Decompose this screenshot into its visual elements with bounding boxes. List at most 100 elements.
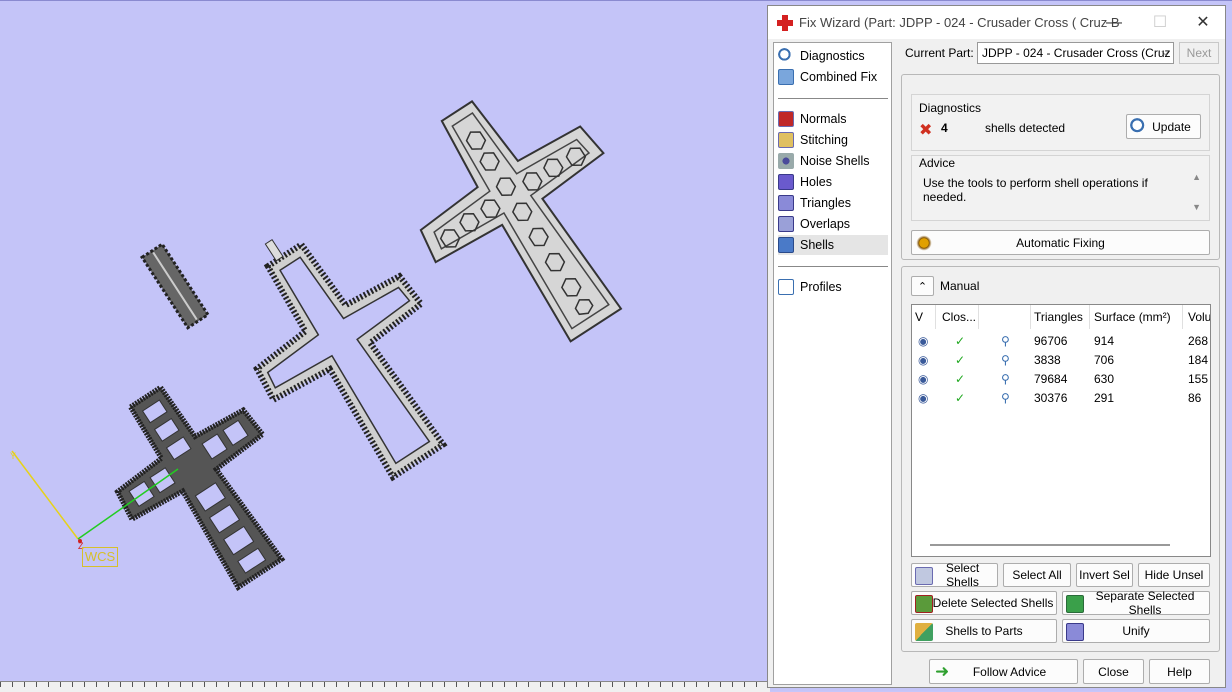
advice-text: Use the tools to perform shell operation… [914, 172, 1194, 218]
advice-heading: Advice [919, 156, 956, 170]
advice-box: Advice Use the tools to perform shell op… [911, 155, 1210, 221]
close-window-button[interactable]: ✕ [1180, 6, 1226, 39]
model-canvas[interactable]: Z Y [0, 1, 770, 692]
nav-item-diagnostics[interactable]: Diagnostics [778, 46, 888, 66]
horizontal-scrollbar[interactable] [930, 544, 1170, 546]
cross-ladder[interactable] [80, 355, 325, 616]
nav-label: Triangles [800, 196, 851, 210]
cell-surface: 630 [1094, 372, 1115, 386]
check-icon: ✓ [955, 334, 966, 348]
cell-triangles: 30376 [1034, 391, 1068, 405]
title-bar[interactable]: Fix Wizard (Part: JDPP - 024 - Crusader … [768, 6, 1225, 39]
nav-label: Normals [800, 112, 847, 126]
delete-selected-label: Delete Selected Shells [932, 596, 1054, 610]
nav-item-triangles[interactable]: Triangles [778, 193, 888, 213]
cross-hexagon[interactable] [373, 57, 680, 380]
current-part-select[interactable]: JDPP - 024 - Crusader Cross (Cruz B ⌵ [977, 42, 1174, 64]
nav-label: Shells [800, 238, 835, 252]
nav-divider [778, 266, 888, 267]
gears-icon [915, 234, 933, 252]
unify-button[interactable]: Unify [1062, 619, 1210, 643]
scroll-down-icon[interactable]: ▼ [1192, 202, 1201, 212]
nav-item-overlaps[interactable]: Overlaps [778, 214, 888, 234]
minimize-button[interactable]: — [1091, 6, 1137, 39]
eye-icon[interactable]: ◉ [915, 389, 928, 408]
check-icon: ✓ [955, 372, 966, 386]
collapse-manual-button[interactable]: ⌃ [911, 276, 934, 296]
profile-icon [778, 279, 794, 295]
table-row[interactable]: ◉ ✓ ⚲ 30376 291 86 [912, 389, 1210, 408]
nav-item-profiles[interactable]: Profiles [778, 277, 888, 297]
eye-icon[interactable]: ◉ [915, 332, 928, 351]
nav-item-combined-fix[interactable]: Combined Fix [778, 67, 888, 87]
table-row[interactable]: ◉ ✓ ⚲ 79684 630 155 [912, 370, 1210, 389]
maximize-button[interactable]: ☐ [1137, 6, 1183, 39]
diagnostics-group: Diagnostics ✖ 4 shells detected Update A… [901, 74, 1220, 260]
nav-label: Noise Shells [800, 154, 870, 168]
chevron-down-icon: ⌵ [1161, 47, 1169, 58]
hole-icon [778, 174, 794, 190]
separate-selected-shells-button[interactable]: Separate Selected Shells [1062, 589, 1210, 617]
cell-surface: 291 [1094, 391, 1115, 405]
select-all-button[interactable]: Select All [1003, 563, 1071, 587]
shell-count: 4 [941, 121, 948, 135]
diagnostics-text: shells detected [985, 121, 1066, 135]
col-closed[interactable]: Clos... [939, 305, 979, 329]
follow-advice-button[interactable]: ➜ Follow Advice [929, 659, 1078, 684]
invert-selection-button[interactable]: Invert Sel [1076, 563, 1133, 587]
shells-to-parts-button[interactable]: Shells to Parts [911, 619, 1057, 643]
cell-triangles: 96706 [1034, 334, 1068, 348]
table-row[interactable]: ◉ ✓ ⚲ 96706 914 268 [912, 332, 1210, 351]
wcs-label: WCS [82, 547, 118, 567]
close-button[interactable]: Close [1083, 659, 1144, 684]
eye-icon[interactable]: ◉ [915, 351, 928, 370]
shell-icon [778, 237, 794, 253]
help-button[interactable]: Help [1149, 659, 1210, 684]
select-shells-label: Select Shells [945, 561, 980, 589]
nav-item-normals[interactable]: Normals [778, 109, 888, 129]
select-shells-button[interactable]: Select Shells [911, 561, 998, 589]
update-button[interactable]: Update [1126, 114, 1201, 139]
shells-to-parts-icon [915, 623, 933, 641]
nav-item-stitching[interactable]: Stitching [778, 130, 888, 150]
unify-icon [1066, 623, 1084, 641]
zoom-magnifier-icon[interactable]: ⚲ [998, 370, 1010, 389]
arrow-right-icon: ➜ [935, 662, 950, 681]
current-part-value: JDPP - 024 - Crusader Cross (Cruz B [982, 46, 1174, 60]
next-button[interactable]: Next [1179, 42, 1219, 64]
diagnostics-heading: Diagnostics [919, 101, 982, 115]
nav-item-noise-shells[interactable]: Noise Shells [778, 151, 888, 171]
eye-icon[interactable]: ◉ [915, 370, 928, 389]
nav-item-shells[interactable]: Shells [778, 235, 888, 255]
table-header: V Clos... Triangles Surface (mm²) Volu [912, 305, 1210, 329]
check-icon: ✓ [955, 391, 966, 405]
overlap-icon [778, 216, 794, 232]
y-axis-label: Y [10, 451, 16, 461]
shells-table[interactable]: V Clos... Triangles Surface (mm²) Volu ◉… [911, 304, 1211, 557]
error-x-icon: ✖ [919, 122, 933, 139]
zoom-magnifier-icon[interactable]: ⚲ [998, 389, 1010, 408]
shells-to-parts-label: Shells to Parts [945, 624, 1023, 638]
scroll-up-icon[interactable]: ▲ [1192, 172, 1201, 182]
col-zoom[interactable] [982, 305, 1031, 329]
unify-label: Unify [1122, 624, 1150, 638]
col-triangles[interactable]: Triangles [1031, 305, 1090, 329]
cell-volume: 155 [1188, 372, 1209, 386]
nav-item-holes[interactable]: Holes [778, 172, 888, 192]
cell-volume: 268 [1188, 334, 1209, 348]
col-volume[interactable]: Volu [1185, 305, 1210, 329]
col-surface[interactable]: Surface (mm²) [1091, 305, 1183, 329]
col-visible[interactable]: V [912, 305, 936, 329]
bail-part[interactable] [139, 242, 211, 330]
current-part-label: Current Part: [905, 46, 974, 60]
table-row[interactable]: ◉ ✓ ⚲ 3838 706 184 [912, 351, 1210, 370]
delete-selected-shells-button[interactable]: Delete Selected Shells [911, 591, 1057, 615]
zoom-magnifier-icon[interactable]: ⚲ [998, 351, 1010, 370]
zoom-magnifier-icon[interactable]: ⚲ [998, 332, 1010, 351]
separate-selected-label: Separate Selected Shells [1095, 589, 1195, 617]
nav-divider [778, 98, 888, 99]
stack-icon [778, 69, 794, 85]
hide-unselected-button[interactable]: Hide Unsel [1138, 563, 1210, 587]
automatic-fixing-button[interactable]: Automatic Fixing [911, 230, 1210, 255]
dialog-title: Fix Wizard (Part: JDPP - 024 - Crusader … [799, 15, 1119, 30]
